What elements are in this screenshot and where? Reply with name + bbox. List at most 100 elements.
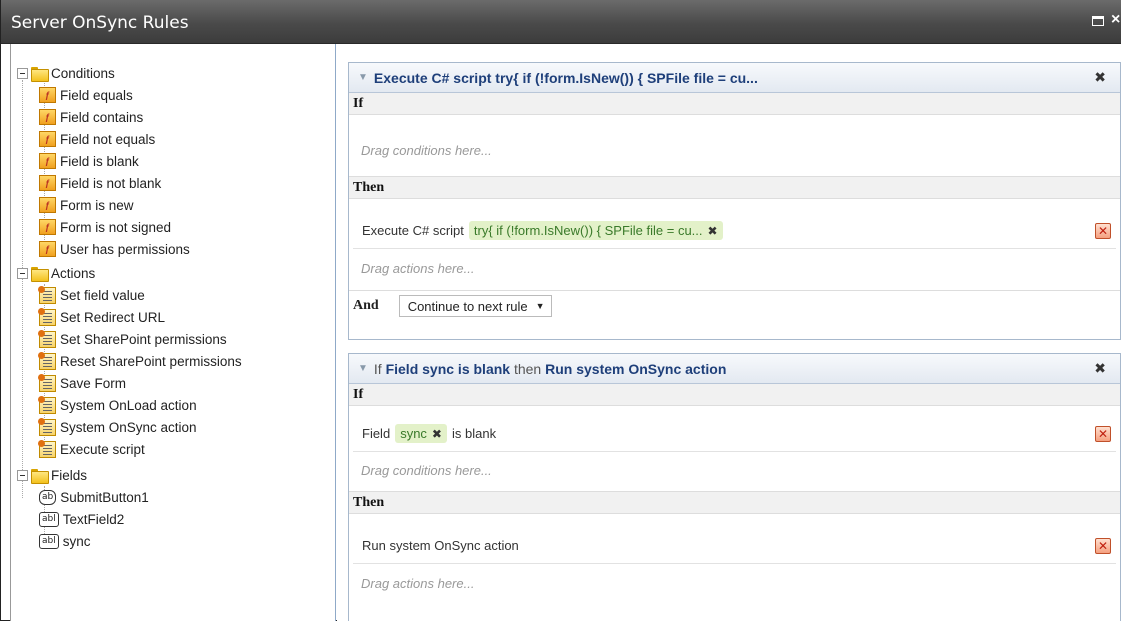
- text-field-icon: abl: [39, 511, 59, 527]
- collapse-arrow-icon[interactable]: ▼: [358, 363, 368, 374]
- collapse-icon[interactable]: [17, 267, 28, 279]
- collapse-icon[interactable]: [17, 469, 28, 481]
- tree-item-label: Set Redirect URL: [60, 309, 166, 325]
- tree-item-label: Field contains: [60, 109, 144, 125]
- rules-window: Server OnSync Rules × Conditions ƒ Field …: [0, 0, 1121, 621]
- title-bar[interactable]: Server OnSync Rules ×: [1, 0, 1121, 44]
- delete-rule-icon[interactable]: ✖: [1094, 360, 1106, 377]
- folder-icon: [31, 468, 49, 484]
- tree-item-execute-script[interactable]: Execute script: [38, 438, 145, 460]
- tree-item-label: SubmitButton1: [60, 489, 149, 505]
- tree-item-field-textfield2[interactable]: abl TextField2: [39, 508, 124, 530]
- rule-condition-text: Field sync is blank: [385, 360, 511, 377]
- action-script-icon: [38, 395, 56, 414]
- rule-if-text: If: [373, 360, 382, 377]
- script-chip[interactable]: try{ if (!form.IsNew()) { SPFile file = …: [468, 221, 723, 240]
- tree-item-field-sync[interactable]: abl sync: [39, 530, 91, 552]
- collapse-icon[interactable]: [17, 67, 28, 79]
- tree-item-user-has-permissions[interactable]: ƒ User has permissions: [39, 238, 190, 260]
- rule-header[interactable]: ▼ Execute C# script try{ if (!form.IsNew…: [349, 63, 1120, 93]
- delete-rule-icon[interactable]: ✖: [1094, 69, 1106, 86]
- rule-action-text: Run system OnSync action: [545, 360, 727, 377]
- rule-card[interactable]: ▼ Execute C# script try{ if (!form.IsNew…: [348, 62, 1121, 340]
- next-rule-select[interactable]: Continue to next rule ▼: [398, 295, 552, 317]
- tree-item-label: Set SharePoint permissions: [60, 331, 227, 347]
- tree-item-label: System OnLoad action: [60, 397, 197, 413]
- folder-icon: [31, 66, 49, 82]
- tree-item-set-sharepoint-permissions[interactable]: Set SharePoint permissions: [38, 328, 227, 350]
- and-label: And: [353, 298, 379, 313]
- tree-item-system-onload-action[interactable]: System OnLoad action: [38, 394, 197, 416]
- tree-item-label: Field not equals: [60, 131, 156, 147]
- rule-card[interactable]: ▼ If Field sync is blank then Run system…: [348, 353, 1121, 621]
- tree-node-fields[interactable]: Fields: [17, 464, 87, 486]
- tree-item-field-is-blank[interactable]: ƒ Field is blank: [39, 150, 139, 172]
- tree-item-field-submitbutton1[interactable]: ab SubmitButton1: [39, 486, 149, 508]
- delete-icon[interactable]: ✕: [1095, 426, 1111, 442]
- action-item[interactable]: Run system OnSync action ✕: [353, 528, 1116, 564]
- action-script-icon: [38, 373, 56, 392]
- condition-item[interactable]: Field sync ✖ is blank ✕: [353, 416, 1116, 452]
- tree-item-label: Field is blank: [60, 153, 139, 169]
- action-script-icon: [38, 439, 56, 458]
- rule-header[interactable]: ▼ If Field sync is blank then Run system…: [349, 354, 1120, 384]
- tree-item-label: Save Form: [60, 375, 127, 391]
- condition-icon: ƒ: [39, 153, 56, 169]
- chevron-down-icon: ▼: [535, 301, 545, 311]
- tree-item-label: Reset SharePoint permissions: [60, 353, 242, 369]
- delete-icon[interactable]: ✕: [1095, 223, 1111, 239]
- action-script-icon: [38, 285, 56, 304]
- tree-item-label: System OnSync action: [60, 419, 197, 435]
- condition-icon: ƒ: [39, 109, 56, 125]
- conditions-drop-zone[interactable]: Drag conditions here...: [349, 452, 1120, 492]
- if-label: If: [349, 93, 1120, 115]
- tree-item-save-form[interactable]: Save Form: [38, 372, 127, 394]
- close-icon[interactable]: ×: [1111, 11, 1120, 29]
- maximize-icon[interactable]: [1092, 16, 1104, 26]
- field-chip[interactable]: sync ✖: [395, 424, 447, 443]
- condition-icon: ƒ: [39, 241, 56, 257]
- drop-hint: Drag actions here...: [361, 576, 475, 591]
- collapse-arrow-icon[interactable]: ▼: [358, 72, 368, 83]
- condition-prefix: Field: [362, 426, 391, 441]
- tree-item-label: Set field value: [60, 287, 145, 303]
- toolbox-tree: Conditions ƒ Field equals ƒ Field contains…: [10, 44, 336, 621]
- tree-item-set-field-value[interactable]: Set field value: [38, 284, 145, 306]
- and-row: And Continue to next rule ▼: [349, 291, 1120, 321]
- tree-node-conditions[interactable]: Conditions: [17, 62, 115, 84]
- tree-item-system-onsync-action[interactable]: System OnSync action: [38, 416, 197, 438]
- folder-icon: [31, 266, 49, 282]
- action-item[interactable]: Execute C# script try{ if (!form.IsNew()…: [353, 213, 1116, 249]
- text-field-icon: abl: [39, 533, 59, 549]
- action-script-icon: [38, 307, 56, 326]
- tree-item-set-redirect-url[interactable]: Set Redirect URL: [38, 306, 166, 328]
- condition-icon: ƒ: [39, 87, 56, 103]
- actions-drop-zone[interactable]: Drag actions here...: [349, 249, 1120, 291]
- remove-chip-icon[interactable]: ✖: [708, 224, 718, 238]
- action-text: Execute C# script: [362, 223, 464, 238]
- tree-item-field-contains[interactable]: ƒ Field contains: [39, 106, 143, 128]
- rule-title: Execute C# script try{ if (!form.IsNew()…: [373, 69, 758, 86]
- drop-hint: Drag conditions here...: [361, 143, 492, 158]
- condition-suffix: is blank: [451, 426, 497, 441]
- tree-item-reset-sharepoint-permissions[interactable]: Reset SharePoint permissions: [38, 350, 242, 372]
- actions-drop-zone[interactable]: Drag actions here...: [349, 564, 1120, 604]
- tree-item-label: Form is not signed: [60, 219, 172, 235]
- drop-hint: Drag actions here...: [361, 261, 475, 276]
- tree-node-actions[interactable]: Actions: [17, 262, 95, 284]
- tree-item-form-is-not-signed[interactable]: ƒ Form is not signed: [39, 216, 171, 238]
- tree-item-field-not-equals[interactable]: ƒ Field not equals: [39, 128, 155, 150]
- delete-icon[interactable]: ✕: [1095, 538, 1111, 554]
- tree-item-label: Field is not blank: [60, 175, 162, 191]
- tree-item-label: Form is new: [60, 197, 134, 213]
- tree-item-form-is-new[interactable]: ƒ Form is new: [39, 194, 134, 216]
- conditions-drop-zone[interactable]: Drag conditions here...: [349, 115, 1120, 177]
- tree-item-field-equals[interactable]: ƒ Field equals: [39, 84, 133, 106]
- condition-icon: ƒ: [39, 219, 56, 235]
- chip-label: sync: [400, 426, 427, 441]
- tree-item-label: sync: [62, 533, 91, 549]
- condition-icon: ƒ: [39, 197, 56, 213]
- remove-chip-icon[interactable]: ✖: [432, 427, 442, 441]
- if-label: If: [349, 384, 1120, 406]
- tree-item-field-is-not-blank[interactable]: ƒ Field is not blank: [39, 172, 161, 194]
